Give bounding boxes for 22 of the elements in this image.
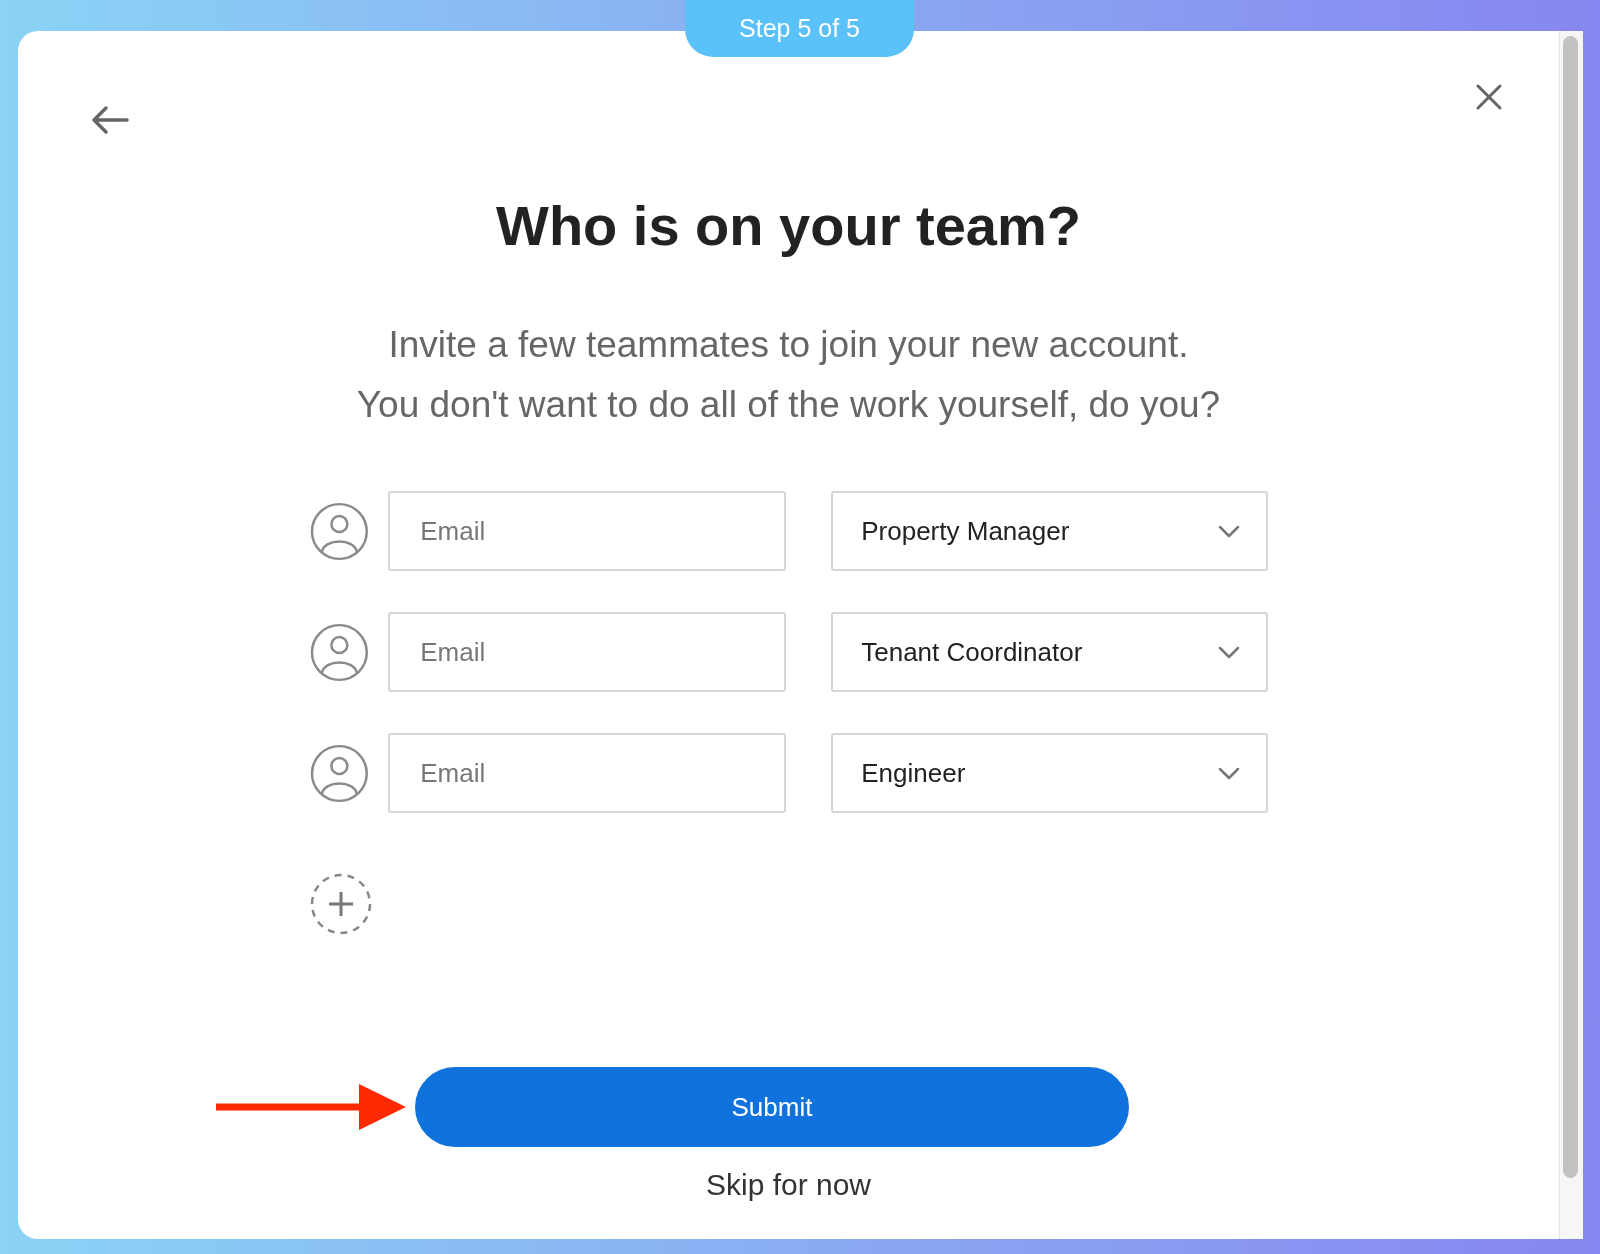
subtitle-text: You don't want to do all of the work yourself, do you? xyxy=(356,383,1221,427)
add-member-icon[interactable] xyxy=(309,873,372,935)
role-select[interactable]: Engineer xyxy=(831,733,1268,813)
close-icon[interactable] xyxy=(1475,83,1503,111)
user-avatar-icon xyxy=(309,622,369,682)
email-field[interactable]: Email xyxy=(388,491,787,571)
email-field[interactable]: Email xyxy=(388,612,787,692)
user-avatar-icon xyxy=(309,743,369,803)
role-select[interactable]: Property Manager xyxy=(831,491,1268,571)
user-avatar-icon xyxy=(309,501,369,561)
role-select[interactable]: Tenant Coordinator xyxy=(831,612,1268,692)
back-arrow-icon[interactable] xyxy=(90,105,130,135)
subtitle-text: Invite a few teammates to join your new account. xyxy=(388,323,1189,367)
chevron-down-icon xyxy=(1217,645,1240,659)
step-badge: Step 5 of 5 xyxy=(685,0,914,57)
page-title: Who is on your team? xyxy=(496,193,1081,259)
scrollbar[interactable] xyxy=(1559,31,1583,1239)
chevron-down-icon xyxy=(1217,524,1240,538)
email-field[interactable]: Email xyxy=(388,733,787,813)
submit-button[interactable]: Submit xyxy=(415,1067,1129,1147)
chevron-down-icon xyxy=(1217,766,1240,780)
skip-link[interactable]: Skip for now xyxy=(705,1167,872,1203)
